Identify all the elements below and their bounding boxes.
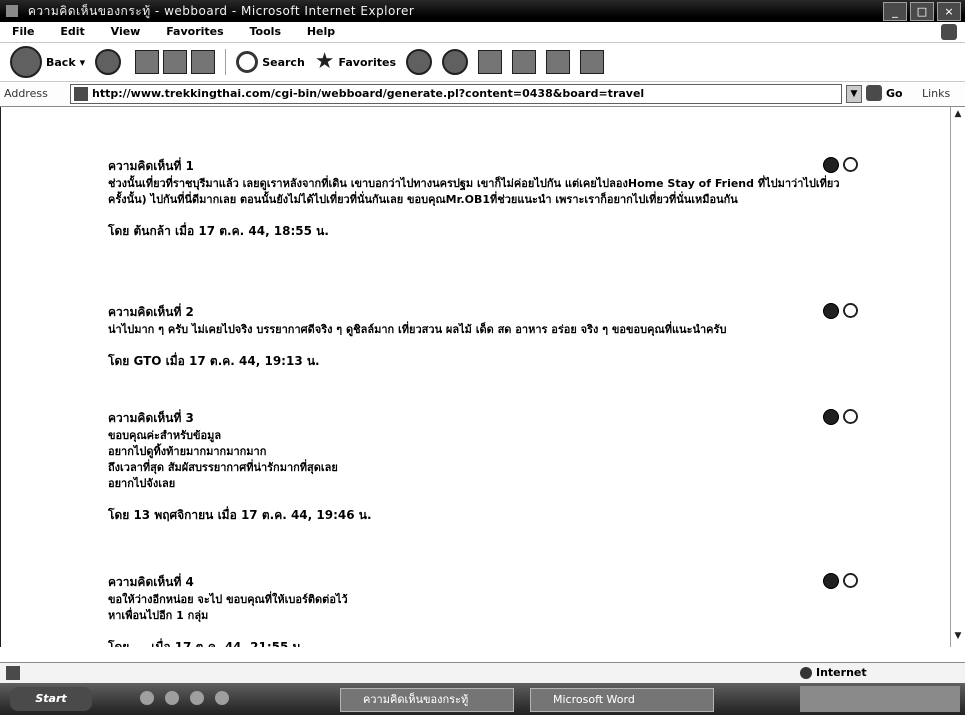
home-icon[interactable]: [191, 50, 216, 74]
favorites-label: Favorites: [338, 55, 396, 69]
star-icon: ★: [314, 49, 335, 74]
vertical-scrollbar[interactable]: ▲ ▼: [950, 107, 965, 647]
menu-favorites[interactable]: Favorites: [166, 25, 223, 38]
globe-icon: [800, 667, 812, 679]
reply-icon[interactable]: [823, 409, 839, 425]
page-content: ความคิดเห็นที่ 1 ช่วงนั้นเที่ยวที่ราชบุร…: [0, 107, 951, 647]
go-button[interactable]: Go: [886, 87, 903, 100]
comment-3: ความคิดเห็นที่ 3 ขอบคุณค่ะสำหรับข้อมูล อ…: [108, 409, 868, 525]
status-bar: Internet: [0, 662, 965, 683]
messenger-icon[interactable]: [580, 50, 604, 74]
toolbar: Back ▾ Search ★ Favorites: [0, 43, 965, 82]
stop-icon[interactable]: [135, 50, 160, 74]
comment-line: ถึงเวลาที่สุด สัมผัสบรรยากาศที่น่ารักมาก…: [108, 461, 338, 474]
ie-icon: [6, 5, 18, 17]
reply-icon[interactable]: [823, 573, 839, 589]
comment-heading: ความคิดเห็นที่ 3: [108, 411, 194, 425]
url-text: http://www.trekkingthai.com/cgi-bin/webb…: [92, 87, 645, 100]
start-button[interactable]: Start: [10, 687, 92, 711]
comment-4: ความคิดเห็นที่ 4 ขอให้ว่างอีกหน่อย จะไป …: [108, 573, 868, 647]
discuss-icon[interactable]: [546, 50, 570, 74]
search-button[interactable]: Search: [236, 46, 305, 78]
comment-author: โดย ต้นกล้า เมื่อ 17 ต.ค. 44, 18:55 น.: [108, 224, 329, 238]
quote-icon[interactable]: [843, 409, 858, 424]
window-title: ความคิดเห็นของกระทู้ - webboard - Micros…: [27, 4, 415, 18]
quicklaunch-ie-icon[interactable]: [140, 691, 154, 705]
comment-body: ช่วงนั้นเที่ยวที่ราชบุรีมาแล้ว เลยดูเราห…: [108, 177, 840, 206]
windows-flag-icon: [941, 24, 957, 40]
forward-arrow-icon: [95, 49, 122, 75]
back-button[interactable]: Back ▾: [10, 46, 85, 78]
search-label: Search: [262, 55, 305, 69]
page-status-icon: [6, 666, 20, 680]
zone-label: Internet: [816, 666, 867, 679]
menu-edit[interactable]: Edit: [60, 25, 84, 38]
search-icon: [236, 51, 259, 73]
quicklaunch-media-icon[interactable]: [215, 691, 229, 705]
comment-line: ขอบคุณค่ะสำหรับข้อมูล: [108, 429, 222, 442]
dropdown-arrow-icon[interactable]: ▾: [80, 56, 86, 69]
quote-icon[interactable]: [843, 157, 858, 172]
comment-1: ความคิดเห็นที่ 1 ช่วงนั้นเที่ยวที่ราชบุร…: [108, 157, 868, 241]
favorites-button[interactable]: ★ Favorites: [315, 46, 396, 78]
edit-icon[interactable]: [512, 50, 536, 74]
quicklaunch-desktop-icon[interactable]: [165, 691, 179, 705]
system-tray: [800, 686, 960, 712]
comment-heading: ความคิดเห็นที่ 2: [108, 305, 194, 319]
url-field[interactable]: http://www.trekkingthai.com/cgi-bin/webb…: [70, 84, 842, 104]
quote-icon[interactable]: [843, 573, 858, 588]
back-label: Back: [46, 55, 76, 69]
comment-body: น่าไปมาก ๆ ครับ ไม่เคยไปจริง บรรยากาศดีจ…: [108, 323, 727, 336]
comment-author: โดย 13 พฤศจิกายน เมื่อ 17 ต.ค. 44, 19:46…: [108, 508, 372, 522]
close-button[interactable]: ×: [937, 2, 961, 21]
print-icon[interactable]: [478, 50, 502, 74]
go-arrow-icon[interactable]: [866, 85, 882, 101]
title-bar: ความคิดเห็นของกระทู้ - webboard - Micros…: [0, 0, 965, 22]
page-icon: [74, 87, 88, 101]
menu-bar: File Edit View Favorites Tools Help: [0, 22, 965, 43]
comment-line: ขอให้ว่างอีกหน่อย จะไป ขอบคุณที่ให้เบอร์…: [108, 593, 348, 606]
links-button[interactable]: Links: [922, 87, 950, 100]
scroll-up-icon[interactable]: ▲: [953, 109, 963, 121]
taskbar-item-word[interactable]: Microsoft Word: [530, 688, 714, 712]
address-bar: Address http://www.trekkingthai.com/cgi-…: [0, 82, 965, 107]
taskbar-item-ie[interactable]: ความคิดเห็นของกระทู้: [340, 688, 514, 712]
menu-view[interactable]: View: [111, 25, 141, 38]
comment-author: โดย GTO เมื่อ 17 ต.ค. 44, 19:13 น.: [108, 354, 320, 368]
address-label: Address: [4, 87, 48, 100]
comment-2: ความคิดเห็นที่ 2 น่าไปมาก ๆ ครับ ไม่เคยไ…: [108, 303, 868, 371]
comment-heading: ความคิดเห็นที่ 1: [108, 159, 194, 173]
forward-button[interactable]: [95, 46, 122, 78]
comment-author: โดย ... เมื่อ 17 ต.ค. 44, 21:55 น.: [108, 640, 306, 647]
refresh-icon[interactable]: [163, 50, 188, 74]
comment-line: อยากไปจังเลย: [108, 477, 176, 490]
menu-help[interactable]: Help: [307, 25, 335, 38]
minimize-button[interactable]: _: [883, 2, 907, 21]
menu-file[interactable]: File: [12, 25, 35, 38]
back-arrow-icon: [10, 46, 42, 78]
scroll-down-icon[interactable]: ▼: [953, 631, 963, 643]
maximize-button[interactable]: □: [910, 2, 934, 21]
history-icon[interactable]: [406, 49, 432, 75]
reply-icon[interactable]: [823, 157, 839, 173]
toolbar-separator: [225, 49, 227, 75]
comment-line: หาเพื่อนไปอีก 1 กลุ่ม: [108, 609, 209, 622]
mail-icon[interactable]: [442, 49, 468, 75]
menu-tools[interactable]: Tools: [250, 25, 281, 38]
quicklaunch-outlook-icon[interactable]: [190, 691, 204, 705]
quote-icon[interactable]: [843, 303, 858, 318]
comment-line: อยากไปดูทิ้งท้ายมากมากมากมาก: [108, 445, 267, 458]
reply-icon[interactable]: [823, 303, 839, 319]
comment-heading: ความคิดเห็นที่ 4: [108, 575, 194, 589]
address-dropdown-icon[interactable]: ▼: [846, 85, 862, 103]
security-zone: Internet: [800, 663, 867, 683]
taskbar: Start ความคิดเห็นของกระทู้ Microsoft Wor…: [0, 683, 965, 715]
